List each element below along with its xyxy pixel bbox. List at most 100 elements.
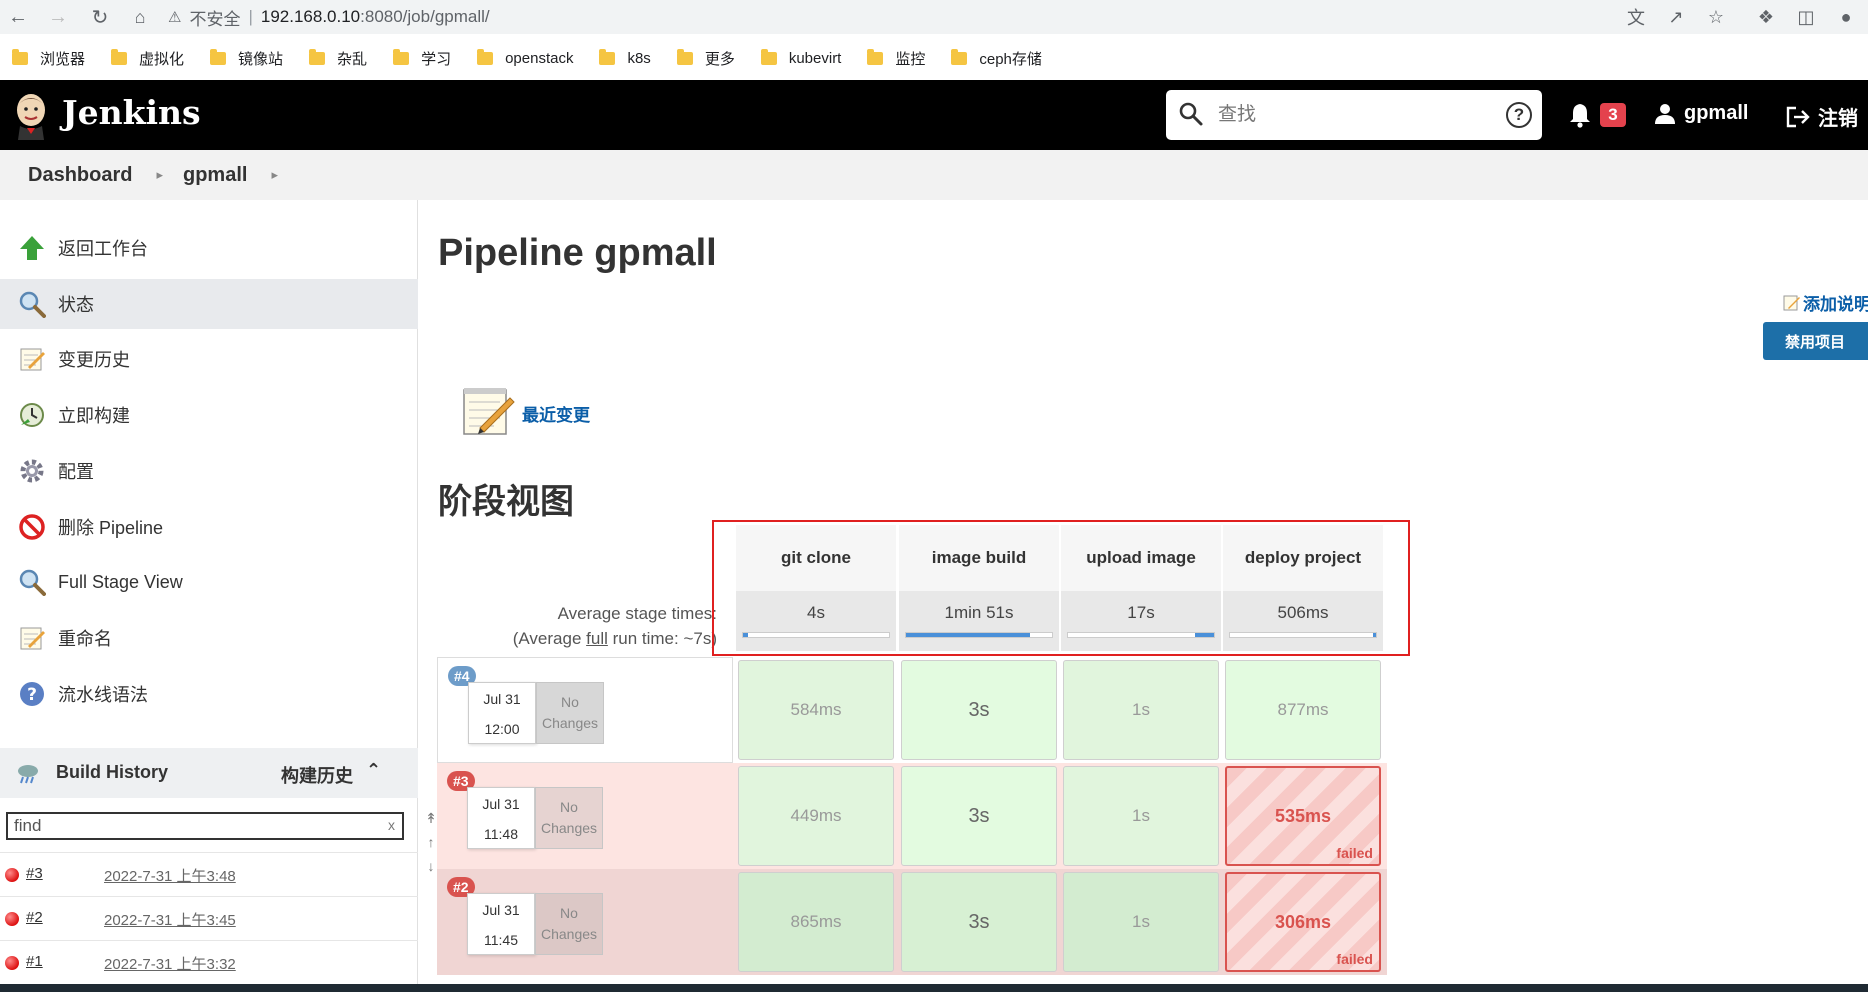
search-input[interactable] <box>1218 102 1478 128</box>
stage-cell[interactable]: 1s <box>1063 766 1219 866</box>
bookmark-item[interactable]: 浏览器 <box>12 48 85 69</box>
sidebar-item-rename[interactable]: 重命名 <box>0 613 418 663</box>
build-history-row: #1 2022-7-31 上午3:32 <box>0 940 418 984</box>
build-history-row: #3 2022-7-31 上午3:48 <box>0 852 418 896</box>
bookmark-item[interactable]: openstack <box>477 48 573 67</box>
build-history-row: #2 2022-7-31 上午3:45 <box>0 896 418 940</box>
search-box[interactable]: ? <box>1166 90 1542 140</box>
extensions-icon[interactable]: ❖ <box>1754 5 1778 29</box>
translate-icon[interactable]: 文 <box>1624 5 1648 29</box>
side-panel: 返回工作台 状态 变更历史 立即构建 配置 删除 Pipeline Full S… <box>0 200 418 992</box>
breadcrumb-dashboard[interactable]: Dashboard <box>28 164 132 187</box>
stage-scroll-controls: ↟ ↑ ↓ <box>421 806 441 878</box>
build-date-link[interactable]: 2022-7-31 上午3:45 <box>104 909 236 930</box>
stage-cell[interactable]: 877ms <box>1225 660 1381 760</box>
sidebar-item-configure[interactable]: 配置 <box>0 446 418 496</box>
stage-cell[interactable]: 1s <box>1063 660 1219 760</box>
folder-icon <box>477 48 494 65</box>
user-menu[interactable]: gpmall <box>1654 102 1748 125</box>
sidebar-item-full-stage-view[interactable]: Full Stage View <box>0 557 418 607</box>
bookmark-item[interactable]: ceph存储 <box>951 48 1042 69</box>
stage-cell[interactable]: 584ms <box>738 660 894 760</box>
build-date-link[interactable]: 2022-7-31 上午3:48 <box>104 865 236 886</box>
jenkins-header: Jenkins ? 3 gpmall 注销 <box>0 80 1868 150</box>
sidebar-item-delete-pipeline[interactable]: 删除 Pipeline <box>0 502 418 552</box>
chevron-right-icon[interactable]: ▸ <box>271 167 278 183</box>
sidebar-item-changes[interactable]: 变更历史 <box>0 334 418 384</box>
notepad-icon <box>20 348 45 371</box>
build-history-title-cn[interactable]: 构建历史 <box>281 762 353 788</box>
bookmark-item[interactable]: 杂乱 <box>309 48 367 69</box>
bookmark-item[interactable]: 镜像站 <box>210 48 283 69</box>
jenkins-logo-icon[interactable] <box>12 90 50 140</box>
bookmark-item[interactable]: k8s <box>599 48 651 67</box>
logout-label: 注销 <box>1818 108 1858 130</box>
build-number-link[interactable]: #3 <box>26 865 43 882</box>
sidebar-item-back-to-dashboard[interactable]: 返回工作台 <box>0 223 418 273</box>
sidebar-item-status[interactable]: 状态 <box>0 279 418 329</box>
build-number-link[interactable]: #1 <box>26 953 43 970</box>
os-taskbar <box>0 984 1868 992</box>
scroll-up-icon[interactable]: ↑ <box>421 830 441 854</box>
sidebar-item-pipeline-syntax[interactable]: ? 流水线语法 <box>0 669 418 719</box>
folder-icon <box>676 48 693 65</box>
folder-icon <box>760 48 777 65</box>
failed-label: failed <box>1336 951 1373 967</box>
folder-icon <box>393 48 410 65</box>
clear-filter-icon[interactable]: x <box>388 817 395 833</box>
stage-cell-failed[interactable]: 535ms failed <box>1225 766 1381 866</box>
home-icon[interactable]: ⌂ <box>128 5 152 29</box>
breadcrumb-gpmall[interactable]: gpmall <box>183 164 247 187</box>
build-number-link[interactable]: #2 <box>26 909 43 926</box>
stage-cell[interactable]: 3s <box>901 766 1057 866</box>
bookmark-item[interactable]: kubevirt <box>760 48 841 67</box>
scroll-down-icon[interactable]: ↓ <box>421 854 441 878</box>
profile-icon[interactable]: ● <box>1834 5 1858 29</box>
stage-cell[interactable]: 3s <box>901 872 1057 972</box>
full-run-time-link[interactable]: full <box>586 629 608 648</box>
disable-project-button[interactable]: 禁用项目 <box>1763 322 1868 360</box>
run-date[interactable]: Jul 31 11:45 <box>467 893 535 955</box>
back-icon[interactable]: ← <box>6 5 30 29</box>
stage-cell[interactable]: 865ms <box>738 872 894 972</box>
add-description-link[interactable]: 添加说明 <box>1783 290 1868 315</box>
bookmark-item[interactable]: 虚拟化 <box>111 48 184 69</box>
stage-cell[interactable]: 449ms <box>738 766 894 866</box>
build-history-filter-input[interactable] <box>6 812 404 840</box>
failed-status-ball-icon <box>5 868 19 882</box>
bell-icon[interactable] <box>1568 102 1592 128</box>
chevron-right-icon[interactable]: ▸ <box>156 167 163 183</box>
logout-button[interactable]: 注销 <box>1786 102 1858 131</box>
reload-icon[interactable]: ↻ <box>88 5 112 29</box>
recent-changes-link[interactable]: 最近变更 <box>522 401 590 426</box>
jenkins-title[interactable]: Jenkins <box>62 93 201 132</box>
notification-count-badge[interactable]: 3 <box>1600 103 1626 127</box>
username-label: gpmall <box>1684 102 1749 124</box>
bookmark-item[interactable]: 学习 <box>393 48 451 69</box>
run-date[interactable]: Jul 31 12:00 <box>468 682 536 744</box>
bookmark-item[interactable]: 监控 <box>867 48 925 69</box>
help-icon[interactable]: ? <box>1506 102 1532 128</box>
bookmark-item[interactable]: 更多 <box>676 48 735 69</box>
chevron-up-icon[interactable]: ⌃ <box>366 760 381 781</box>
no-changes-label: No Changes <box>536 682 604 744</box>
stage-cell[interactable]: 3s <box>901 660 1057 760</box>
folder-icon <box>111 48 128 65</box>
folder-icon <box>867 48 884 65</box>
folder-icon <box>951 48 968 65</box>
stage-view-title: 阶段视图 <box>438 483 574 521</box>
share-icon[interactable]: ↗ <box>1664 5 1688 29</box>
sidebar-item-build-now[interactable]: 立即构建 <box>0 390 418 440</box>
forward-icon[interactable]: → <box>46 5 70 29</box>
sidepanel-icon[interactable]: ◫ <box>1794 5 1818 29</box>
run-row: #3 Jul 31 11:48 No Changes 449ms 3s 1s 53… <box>437 763 1387 869</box>
url-path: :8080/job/gpmall/ <box>360 7 490 26</box>
run-date[interactable]: Jul 31 11:48 <box>467 787 535 849</box>
scroll-top-icon[interactable]: ↟ <box>421 806 441 830</box>
notepad-icon <box>20 627 45 650</box>
stage-cell-failed[interactable]: 306ms failed <box>1225 872 1381 972</box>
build-date-link[interactable]: 2022-7-31 上午3:32 <box>104 953 236 974</box>
address-bar[interactable]: ⚠ 不安全 | 192.168.0.10:8080/job/gpmall/ <box>168 2 1548 32</box>
stage-cell[interactable]: 1s <box>1063 872 1219 972</box>
star-icon[interactable]: ☆ <box>1704 5 1728 29</box>
